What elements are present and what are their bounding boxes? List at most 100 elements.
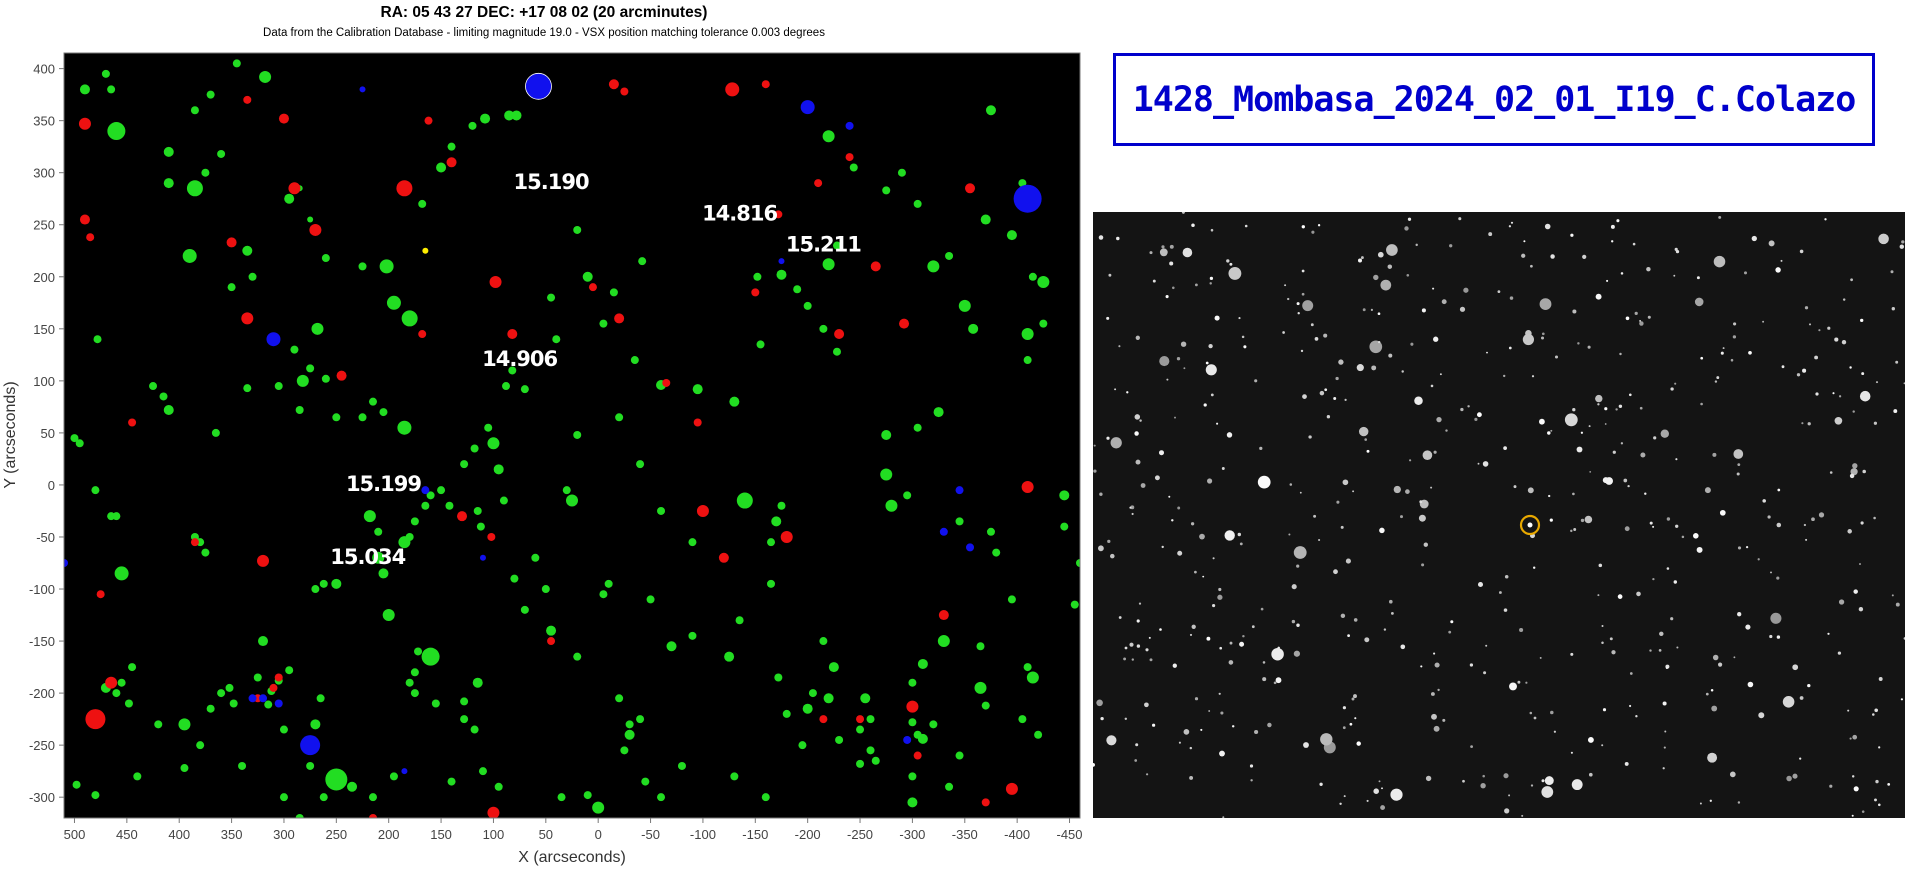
green-star-24: [401, 310, 418, 327]
green-star-200: [358, 413, 367, 422]
sky-star: [1208, 710, 1211, 712]
sky-star: [1183, 367, 1186, 370]
sky-star: [1649, 521, 1653, 525]
sky-star: [1807, 683, 1811, 688]
green-star-239: [641, 777, 650, 786]
sky-star: [1485, 644, 1488, 647]
sky-star: [1319, 782, 1323, 786]
green-star-207: [445, 501, 454, 510]
x-tick-label: -450: [1057, 827, 1083, 842]
sky-star: [1373, 788, 1379, 794]
x-tick-label: 100: [483, 827, 505, 842]
sky-star: [1180, 341, 1187, 347]
sky-star: [1709, 799, 1712, 802]
green-star-2: [107, 85, 116, 94]
sky-star: [1135, 743, 1139, 747]
red-star-51: [278, 113, 289, 124]
sky-star: [1220, 711, 1224, 715]
sky-star: [1624, 761, 1629, 766]
sky-star: [1483, 671, 1487, 675]
red-star-16: [662, 378, 671, 387]
green-star-110: [777, 501, 786, 510]
sky-star: [1859, 563, 1861, 565]
green-star-60: [945, 251, 954, 260]
sky-star: [1767, 515, 1771, 519]
sky-star: [1799, 696, 1804, 700]
sky-star: [1751, 235, 1757, 242]
sky-star: [1858, 607, 1864, 612]
sky-star: [1675, 524, 1679, 528]
red-star-23: [845, 153, 854, 162]
green-star-223: [866, 746, 875, 755]
green-star-127: [531, 553, 540, 562]
sky-star: [1802, 368, 1807, 373]
sky-star: [1615, 408, 1618, 411]
sky-star: [1096, 699, 1103, 707]
sky-star: [1302, 394, 1307, 399]
sky-star: [1414, 396, 1423, 406]
green-star-153: [331, 578, 342, 589]
sky-star: [1544, 776, 1554, 786]
sky-star: [1387, 264, 1393, 269]
green-star-248: [955, 751, 964, 760]
red-star-38: [547, 637, 556, 646]
sky-star: [1273, 681, 1277, 685]
red-star-54: [457, 511, 468, 522]
sky-star: [1389, 599, 1393, 604]
sky-star: [1433, 450, 1437, 454]
x-tick-label: 400: [168, 827, 190, 842]
sky-star: [1430, 692, 1435, 696]
sky-star: [1530, 264, 1533, 268]
sky-star: [1722, 347, 1725, 350]
sky-star: [1733, 656, 1736, 659]
sky-star: [1604, 423, 1607, 425]
green-star-151: [374, 527, 383, 536]
sky-star: [1606, 279, 1609, 282]
blue-star-8: [421, 486, 430, 495]
green-star-158: [306, 761, 315, 770]
blue-star-15: [248, 694, 257, 703]
green-star-184: [201, 548, 210, 557]
sky-star: [1539, 298, 1552, 310]
sky-star: [1210, 393, 1214, 397]
sky-star: [1860, 521, 1864, 525]
sky-star: [1890, 270, 1894, 274]
sky-star: [1878, 677, 1883, 681]
sky-star: [1442, 718, 1446, 722]
sky-star: [1229, 262, 1233, 266]
red-star-28: [696, 504, 709, 517]
sky-star: [1673, 580, 1678, 584]
sky-star: [1296, 564, 1300, 568]
sky-star: [1431, 713, 1437, 720]
sky-star: [1851, 775, 1855, 778]
sky-star: [1371, 365, 1377, 371]
sky-star: [1301, 269, 1305, 273]
red-star-6: [396, 180, 413, 197]
sky-star: [1758, 712, 1765, 719]
sky-star: [1430, 486, 1433, 489]
sky-star: [1570, 529, 1573, 533]
green-star-68: [1023, 356, 1032, 365]
sky-star: [1139, 419, 1142, 422]
sky-star: [1707, 752, 1718, 763]
sky-star: [1530, 784, 1534, 787]
sky-star: [1138, 602, 1142, 605]
sky-star: [1747, 681, 1754, 688]
red-star-33: [906, 700, 919, 713]
green-star-54: [822, 130, 835, 143]
green-star-238: [592, 801, 605, 814]
sky-star: [1629, 704, 1632, 708]
green-star-88: [1059, 490, 1070, 501]
sky-star: [1380, 279, 1392, 291]
sky-star: [1618, 404, 1623, 409]
green-star-181: [70, 434, 79, 443]
blue-star-17: [401, 768, 408, 775]
green-star-230: [389, 772, 398, 781]
y-tick-label: 0: [48, 478, 55, 493]
sky-star: [1212, 604, 1216, 608]
sky-star: [1572, 492, 1575, 496]
sky-star: [1541, 332, 1545, 336]
green-star-177: [107, 512, 116, 521]
green-star-62: [985, 105, 996, 116]
green-star-133: [484, 423, 493, 432]
